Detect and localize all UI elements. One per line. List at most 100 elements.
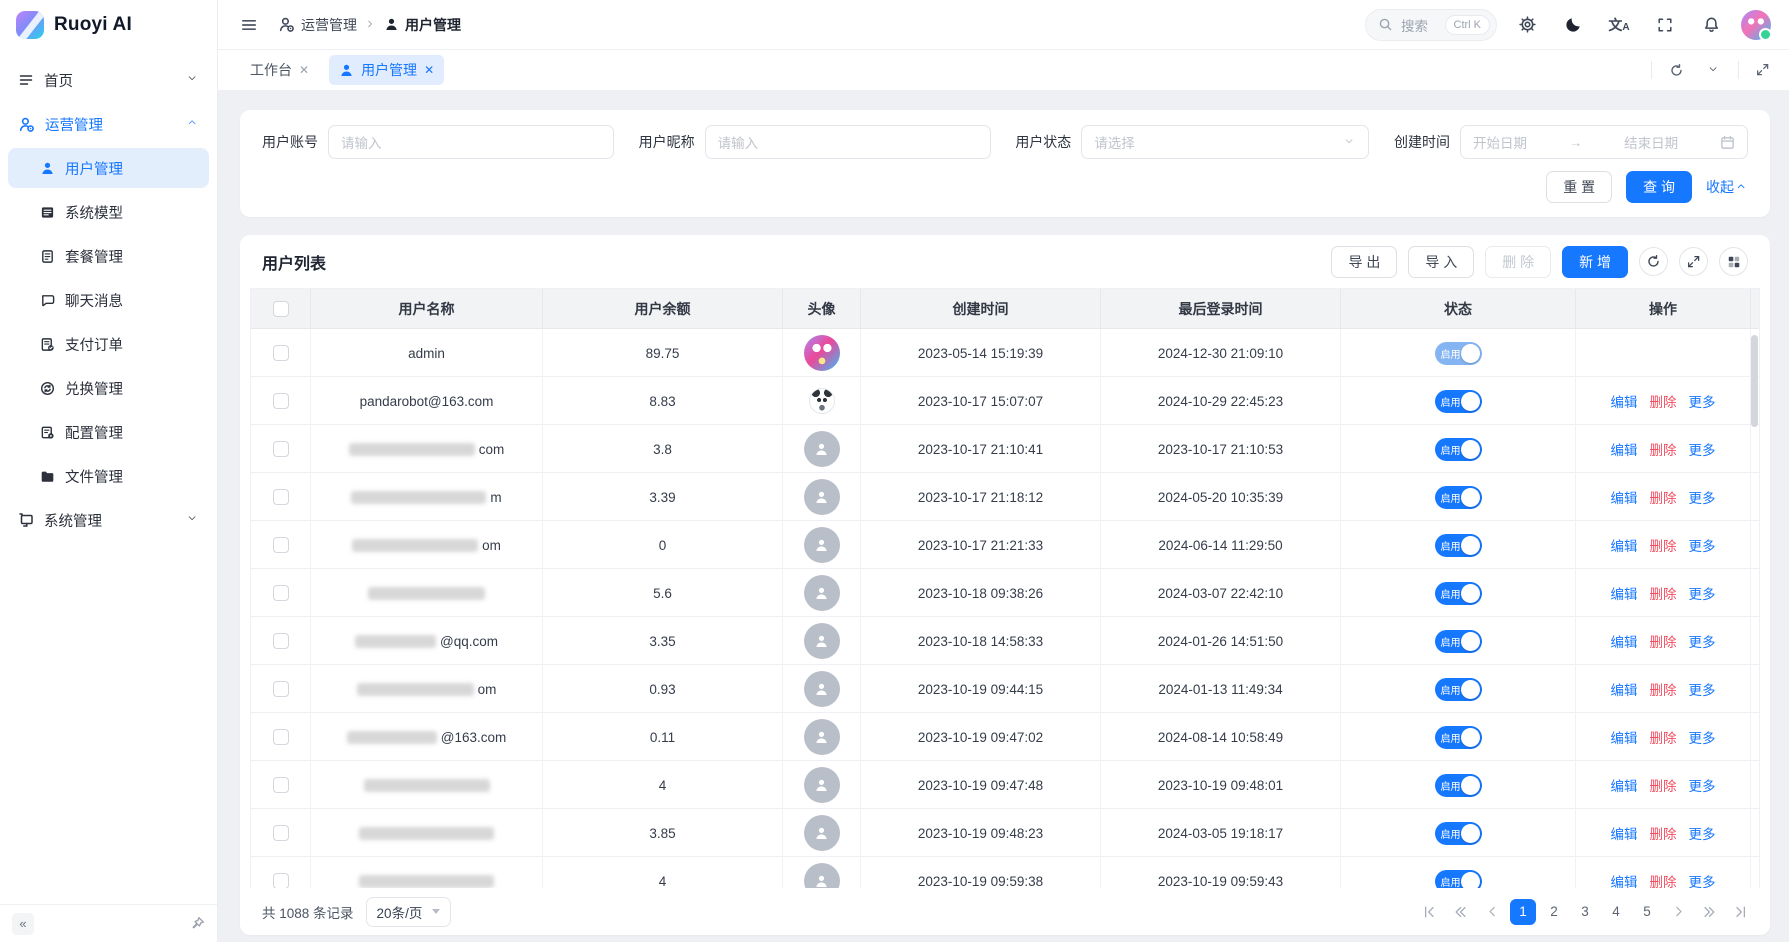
tab-0[interactable]: 工作台✕ bbox=[240, 55, 319, 85]
sidebar-item-6[interactable]: 支付订单 bbox=[8, 324, 209, 364]
dark-mode-icon[interactable] bbox=[1557, 9, 1589, 41]
global-search[interactable]: 搜索 Ctrl K bbox=[1365, 9, 1497, 41]
export-button[interactable]: 导 出 bbox=[1331, 246, 1397, 278]
page-button-2[interactable]: 2 bbox=[1541, 899, 1567, 925]
refresh-table-icon[interactable] bbox=[1639, 247, 1668, 276]
row-checkbox[interactable] bbox=[273, 873, 289, 888]
edit-link[interactable]: 编辑 bbox=[1611, 871, 1638, 888]
sidebar-item-4[interactable]: 套餐管理 bbox=[8, 236, 209, 276]
row-checkbox[interactable] bbox=[273, 681, 289, 697]
delete-link[interactable]: 删除 bbox=[1650, 871, 1677, 888]
delete-link[interactable]: 删除 bbox=[1650, 439, 1677, 459]
fullscreen-icon[interactable] bbox=[1649, 9, 1681, 41]
status-toggle[interactable]: 启用 bbox=[1435, 390, 1482, 413]
status-toggle[interactable]: 启用 bbox=[1435, 822, 1482, 845]
sidebar-item-0[interactable]: 首页 bbox=[8, 60, 209, 100]
row-checkbox[interactable] bbox=[273, 537, 289, 553]
next-page-button[interactable] bbox=[1665, 899, 1691, 925]
edit-link[interactable]: 编辑 bbox=[1611, 439, 1638, 459]
edit-link[interactable]: 编辑 bbox=[1611, 823, 1638, 843]
more-link[interactable]: 更多 bbox=[1689, 679, 1716, 699]
edit-link[interactable]: 编辑 bbox=[1611, 727, 1638, 747]
sidebar-item-5[interactable]: 聊天消息 bbox=[8, 280, 209, 320]
tab-1[interactable]: 用户管理✕ bbox=[329, 55, 444, 85]
delete-link[interactable]: 删除 bbox=[1650, 823, 1677, 843]
breadcrumb-item-1[interactable]: 用户管理 bbox=[384, 15, 461, 35]
edit-link[interactable]: 编辑 bbox=[1611, 775, 1638, 795]
prev-5-pages-button[interactable] bbox=[1448, 899, 1474, 925]
collapse-filters-link[interactable]: 收起 bbox=[1706, 177, 1748, 197]
more-link[interactable]: 更多 bbox=[1689, 631, 1716, 651]
sidebar-item-3[interactable]: 系统模型 bbox=[8, 192, 209, 232]
status-toggle[interactable]: 启用 bbox=[1435, 342, 1482, 365]
more-link[interactable]: 更多 bbox=[1689, 727, 1716, 747]
status-toggle[interactable]: 启用 bbox=[1435, 534, 1482, 557]
page-button-1[interactable]: 1 bbox=[1510, 899, 1536, 925]
prev-page-button[interactable] bbox=[1479, 899, 1505, 925]
translate-icon[interactable]: 文A bbox=[1603, 9, 1635, 41]
page-button-5[interactable]: 5 bbox=[1634, 899, 1660, 925]
row-checkbox[interactable] bbox=[273, 729, 289, 745]
delete-link[interactable]: 删除 bbox=[1650, 583, 1677, 603]
status-toggle[interactable]: 启用 bbox=[1435, 630, 1482, 653]
delete-link[interactable]: 删除 bbox=[1650, 727, 1677, 747]
row-checkbox[interactable] bbox=[273, 441, 289, 457]
filter-input-0[interactable]: 请输入 bbox=[328, 125, 614, 159]
breadcrumb-item-0[interactable]: 运营管理 bbox=[278, 15, 357, 35]
status-toggle[interactable]: 启用 bbox=[1435, 726, 1482, 749]
sidebar-item-8[interactable]: 配置管理 bbox=[8, 412, 209, 452]
sidebar-item-7[interactable]: 兑换管理 bbox=[8, 368, 209, 408]
first-page-button[interactable] bbox=[1417, 899, 1443, 925]
more-link[interactable]: 更多 bbox=[1689, 775, 1716, 795]
next-5-pages-button[interactable] bbox=[1696, 899, 1722, 925]
row-checkbox[interactable] bbox=[273, 345, 289, 361]
last-page-button[interactable] bbox=[1727, 899, 1753, 925]
status-toggle[interactable]: 启用 bbox=[1435, 678, 1482, 701]
status-toggle[interactable]: 启用 bbox=[1435, 774, 1482, 797]
fullscreen-table-icon[interactable] bbox=[1679, 247, 1708, 276]
more-link[interactable]: 更多 bbox=[1689, 871, 1716, 888]
reset-button[interactable]: 重 置 bbox=[1546, 171, 1612, 203]
page-button-3[interactable]: 3 bbox=[1572, 899, 1598, 925]
edit-link[interactable]: 编辑 bbox=[1611, 679, 1638, 699]
edit-link[interactable]: 编辑 bbox=[1611, 583, 1638, 603]
select-all-checkbox[interactable] bbox=[273, 301, 289, 317]
more-link[interactable]: 更多 bbox=[1689, 823, 1716, 843]
row-checkbox[interactable] bbox=[273, 585, 289, 601]
maximize-content-icon[interactable] bbox=[1749, 56, 1777, 84]
edit-link[interactable]: 编辑 bbox=[1611, 535, 1638, 555]
sidebar-item-10[interactable]: 系统管理 bbox=[8, 500, 209, 540]
more-link[interactable]: 更多 bbox=[1689, 439, 1716, 459]
close-tab-icon[interactable]: ✕ bbox=[424, 63, 434, 77]
column-settings-icon[interactable] bbox=[1719, 247, 1748, 276]
row-checkbox[interactable] bbox=[273, 489, 289, 505]
delete-link[interactable]: 删除 bbox=[1650, 631, 1677, 651]
settings-icon[interactable] bbox=[1511, 9, 1543, 41]
status-toggle[interactable]: 启用 bbox=[1435, 438, 1482, 461]
row-checkbox[interactable] bbox=[273, 777, 289, 793]
sidebar-item-1[interactable]: 运营管理 bbox=[8, 104, 209, 144]
date-range-picker[interactable]: 开始日期→结束日期 bbox=[1460, 125, 1748, 159]
tab-menu-chevron-icon[interactable] bbox=[1700, 56, 1728, 84]
more-link[interactable]: 更多 bbox=[1689, 583, 1716, 603]
row-checkbox[interactable] bbox=[273, 393, 289, 409]
refresh-tab-icon[interactable] bbox=[1662, 56, 1690, 84]
status-toggle[interactable]: 启用 bbox=[1435, 870, 1482, 889]
import-button[interactable]: 导 入 bbox=[1408, 246, 1474, 278]
row-checkbox[interactable] bbox=[273, 633, 289, 649]
page-button-4[interactable]: 4 bbox=[1603, 899, 1629, 925]
search-button[interactable]: 查 询 bbox=[1626, 171, 1692, 203]
notifications-icon[interactable] bbox=[1695, 9, 1727, 41]
sidebar-item-9[interactable]: 文件管理 bbox=[8, 456, 209, 496]
delete-button[interactable]: 删 除 bbox=[1485, 246, 1551, 278]
more-link[interactable]: 更多 bbox=[1689, 487, 1716, 507]
more-link[interactable]: 更多 bbox=[1689, 535, 1716, 555]
menu-toggle-icon[interactable] bbox=[240, 16, 258, 34]
add-button[interactable]: 新 增 bbox=[1562, 246, 1628, 278]
close-tab-icon[interactable]: ✕ bbox=[299, 63, 309, 77]
delete-link[interactable]: 删除 bbox=[1650, 535, 1677, 555]
filter-select-2[interactable]: 请选择 bbox=[1081, 125, 1369, 159]
table-scrollbar[interactable] bbox=[1751, 335, 1758, 427]
delete-link[interactable]: 删除 bbox=[1650, 391, 1677, 411]
delete-link[interactable]: 删除 bbox=[1650, 679, 1677, 699]
